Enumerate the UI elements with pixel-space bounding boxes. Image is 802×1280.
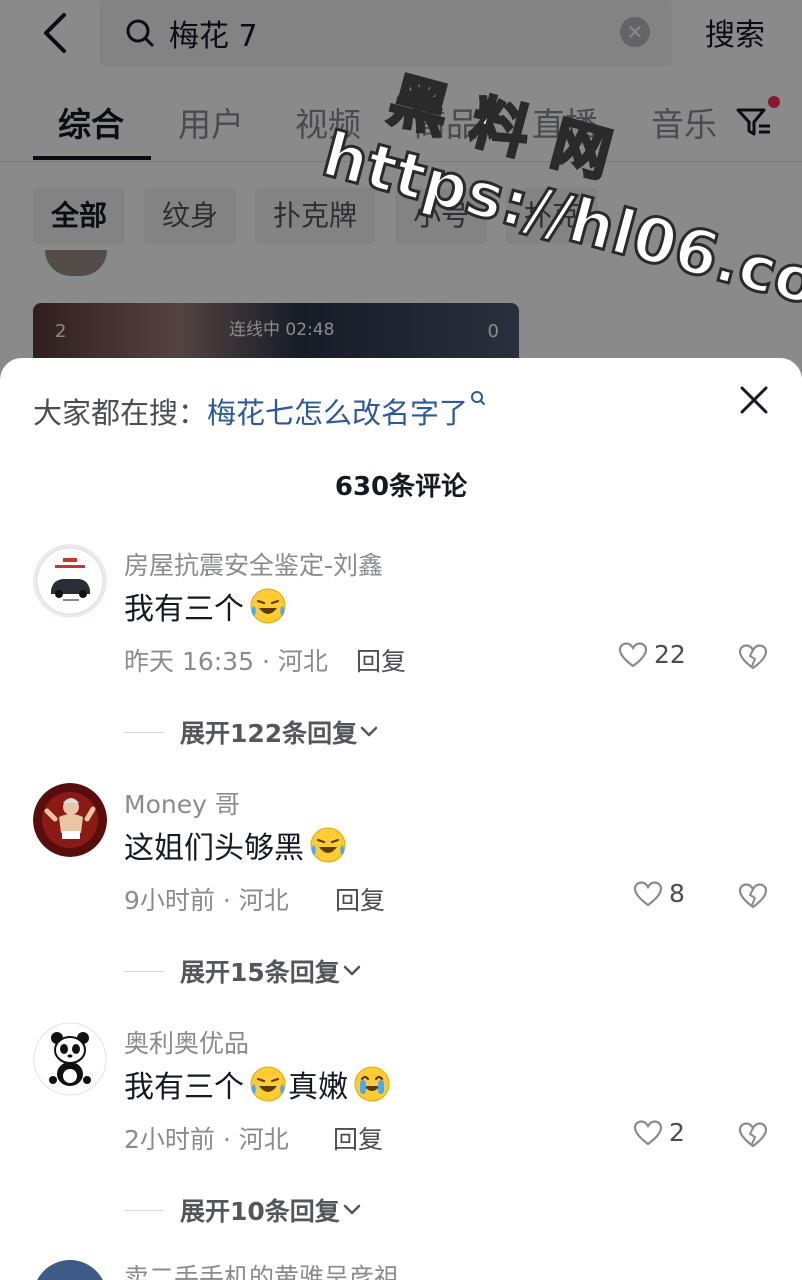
avatar[interactable] <box>33 1260 107 1280</box>
expand-replies-button[interactable]: 展开122条回复 <box>124 714 381 750</box>
avatar[interactable] <box>33 1022 107 1096</box>
avatar-panda-icon <box>33 1022 107 1096</box>
comment-item: Money 哥 这姐们头够黑 9小时前 · 河北 回复 8 展开15条回复 <box>0 783 802 1003</box>
avatar-car-logo-icon <box>33 544 107 618</box>
like-button[interactable]: 8 <box>633 879 685 908</box>
comments-sheet: 大家都在搜：梅花七怎么改名字了 630条评论 房屋抗震安全鉴定-刘鑫 我有三个 <box>0 358 802 1280</box>
laughing-crying-emoji-icon <box>250 1066 286 1102</box>
heart-icon <box>618 641 648 667</box>
like-count: 2 <box>669 1118 685 1147</box>
laughing-crying-emoji-icon <box>250 588 286 624</box>
expand-replies-label: 展开10条回复 <box>180 1197 340 1226</box>
comment-author[interactable]: 房屋抗震安全鉴定-刘鑫 <box>124 546 383 582</box>
heart-icon <box>633 1119 663 1145</box>
like-button[interactable]: 22 <box>618 640 686 669</box>
heart-icon <box>633 880 663 906</box>
reply-button[interactable]: 回复 <box>333 1120 383 1156</box>
tears-of-joy-emoji-icon <box>354 1066 390 1102</box>
chevron-down-icon <box>343 1204 361 1215</box>
comment-body: 这姐们头够黑 <box>124 831 304 866</box>
divider <box>124 1209 164 1211</box>
comment-body: 我有三个 <box>124 1070 244 1105</box>
trending-search-suggestion: 大家都在搜：梅花七怎么改名字了 <box>33 390 486 432</box>
expand-replies-button[interactable]: 展开15条回复 <box>124 953 364 989</box>
expand-replies-button[interactable]: 展开10条回复 <box>124 1192 364 1228</box>
chevron-down-icon <box>343 965 361 976</box>
comment-meta: 昨天 16:35 · 河北 <box>124 647 328 676</box>
comment-text: 我有三个 真嫩 <box>124 1062 392 1106</box>
dislike-button[interactable] <box>738 881 768 911</box>
avatar[interactable] <box>33 544 107 618</box>
like-count: 8 <box>669 879 685 908</box>
divider <box>124 970 164 972</box>
like-button[interactable]: 2 <box>633 1118 685 1147</box>
comment-body: 我有三个 <box>124 592 244 627</box>
dislike-button[interactable] <box>738 1120 768 1150</box>
expand-replies-label: 展开122条回复 <box>180 719 358 748</box>
expand-replies-label: 展开15条回复 <box>180 958 340 987</box>
comment-item: 房屋抗震安全鉴定-刘鑫 我有三个 昨天 16:35 · 河北 回复 22 展开1… <box>0 544 802 764</box>
comment-meta: 9小时前 · 河北 <box>124 886 289 915</box>
broken-heart-icon <box>738 644 768 670</box>
reply-button[interactable]: 回复 <box>335 881 385 917</box>
avatar-fighter-image-icon <box>33 783 107 857</box>
close-icon <box>740 386 768 414</box>
reply-button[interactable]: 回复 <box>356 642 406 678</box>
comment-author[interactable]: 卖二手手机的黄骓呈彦祖 <box>124 1258 399 1280</box>
close-comments-button[interactable] <box>734 380 774 420</box>
comment-author[interactable]: Money 哥 <box>124 785 240 821</box>
like-count: 22 <box>654 640 686 669</box>
comment-text: 我有三个 <box>124 584 288 628</box>
broken-heart-icon <box>738 883 768 909</box>
dim-overlay[interactable] <box>0 0 802 380</box>
suggestion-link[interactable]: 梅花七怎么改名字了 <box>207 396 468 430</box>
search-icon <box>471 391 486 405</box>
dislike-button[interactable] <box>738 642 768 672</box>
broken-heart-icon <box>738 1122 768 1148</box>
comment-text: 这姐们头够黑 <box>124 823 348 867</box>
comment-item: 奥利奥优品 我有三个 真嫩 2小时前 · 河北 回复 2 展开10条回复 <box>0 1022 802 1242</box>
laughing-crying-emoji-icon <box>310 827 346 863</box>
comment-meta: 2小时前 · 河北 <box>124 1125 289 1154</box>
comment-count: 630条评论 <box>334 472 468 502</box>
divider <box>124 731 164 733</box>
comment-body-suffix: 真嫩 <box>288 1070 348 1105</box>
comment-author[interactable]: 奥利奥优品 <box>124 1024 249 1060</box>
suggestion-label: 大家都在搜： <box>33 396 208 430</box>
chevron-down-icon <box>360 726 378 737</box>
avatar[interactable] <box>33 783 107 857</box>
